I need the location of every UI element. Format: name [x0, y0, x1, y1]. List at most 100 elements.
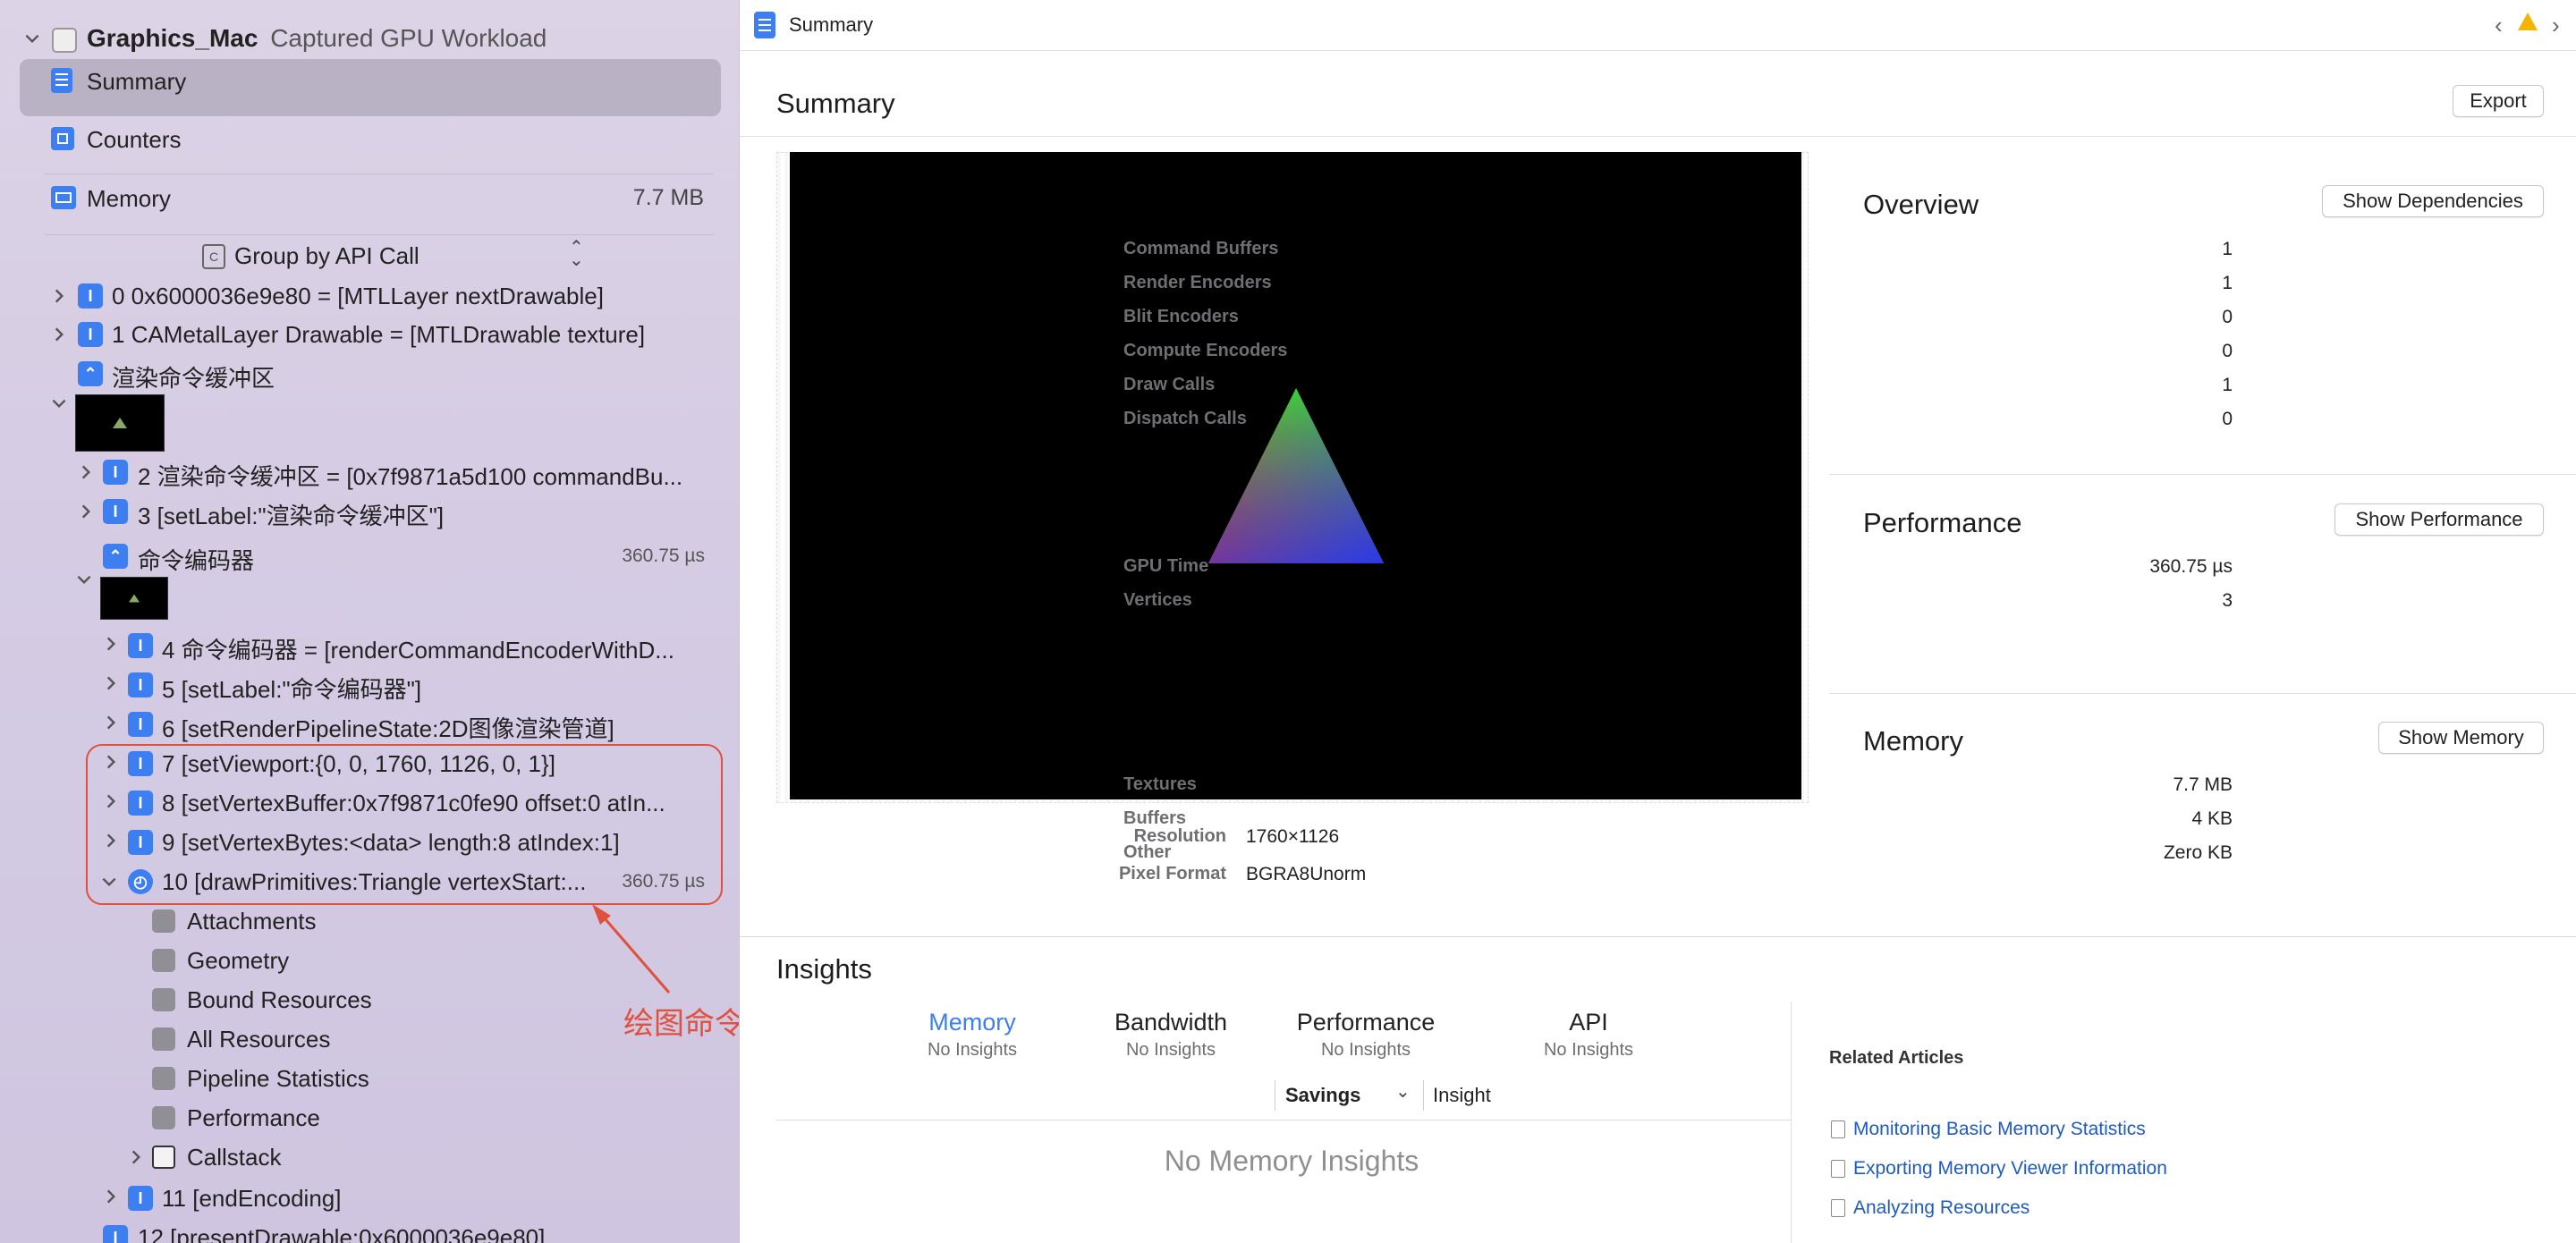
call-row-8[interactable]: 8 [setVertexBuffer:0x7f9871c0fe90 offset… [162, 790, 665, 817]
stat-label: GPU Time [1123, 556, 1209, 576]
call-row-11[interactable]: 11 [endEncoding] [162, 1185, 341, 1213]
chevron-down-icon[interactable] [20, 26, 45, 51]
chevron-right-icon[interactable] [98, 828, 123, 853]
chevron-right-icon[interactable] [73, 499, 98, 524]
article-icon [1831, 1120, 1845, 1138]
call-row-10[interactable]: 10 [drawPrimitives:Triangle vertexStart:… [162, 868, 586, 896]
render-command-buffer[interactable]: 渲染命令缓冲区 [112, 360, 275, 393]
article-link[interactable]: Analyzing Resources [1853, 1197, 2029, 1219]
api-call-icon: I [103, 460, 128, 485]
insights-title: Insights [776, 953, 872, 985]
show-memory-button[interactable]: Show Memory [2378, 722, 2544, 754]
main-content: Summary ‹ › Summary Export Resolution 17… [740, 0, 2576, 1243]
show-dependencies-button[interactable]: Show Dependencies [2322, 185, 2544, 217]
api-call-icon: I [78, 322, 103, 347]
all-resources-icon [152, 1027, 175, 1051]
insight-column-header[interactable]: Insight [1433, 1084, 1491, 1107]
document-icon [52, 28, 77, 53]
draw-duration: 360.75 µs [622, 871, 705, 892]
chevron-right-icon[interactable] [98, 749, 123, 774]
stat-label: Render Encoders [1123, 273, 1272, 292]
chevron-right-icon[interactable] [123, 1145, 148, 1170]
memory-title: Memory [1863, 725, 1963, 757]
call-row-5[interactable]: 5 [setLabel:"命令编码器"] [162, 672, 421, 705]
savings-column-header[interactable]: Savings [1285, 1084, 1360, 1107]
tab-label: Performance [1296, 1009, 1436, 1036]
sidebar-item-label: Summary [87, 68, 187, 95]
call-row-7[interactable]: 7 [setViewport:{0, 0, 1760, 1126, 0, 1}] [162, 750, 555, 778]
chevron-right-icon[interactable] [73, 460, 98, 485]
tab-bandwidth[interactable]: Bandwidth No Insights [1081, 1009, 1260, 1061]
chevron-right-icon[interactable] [98, 1184, 123, 1209]
sidebar-item-counters[interactable]: Counters [87, 126, 182, 154]
tab-sublabel: No Insights [1543, 1040, 1634, 1060]
warning-icon[interactable] [2518, 13, 2538, 30]
stat-value: 0 [2222, 341, 2233, 361]
overview-title: Overview [1863, 189, 1979, 220]
pixel-format-label: Pixel Format [1118, 864, 1226, 884]
tab-memory[interactable]: Memory No Insights [883, 1009, 1062, 1061]
chevron-right-icon[interactable] [98, 710, 123, 735]
call-row-12[interactable]: 12 [presentDrawable:0x6000036e9e80] [138, 1224, 545, 1243]
call-row-9[interactable]: 9 [setVertexBytes:<data> length:8 atInde… [162, 829, 620, 857]
chevron-down-icon[interactable] [47, 391, 72, 416]
project-header: Graphics_Mac Captured GPU Workload [87, 24, 547, 53]
geometry-icon [152, 949, 175, 972]
export-button[interactable]: Export [2453, 85, 2544, 117]
api-call-icon: I [128, 1186, 153, 1211]
project-subtitle: Captured GPU Workload [270, 24, 547, 52]
api-call-icon: I [103, 499, 128, 524]
chevron-down-icon[interactable]: ⌄ [1395, 1080, 1411, 1103]
stat-label: Dispatch Calls [1123, 409, 1247, 428]
stat-value: 4 KB [2191, 808, 2233, 829]
call-row-1[interactable]: 1 CAMetalLayer Drawable = [MTLDrawable t… [112, 321, 645, 349]
api-call-icon: I [128, 712, 153, 737]
divider [740, 50, 2576, 51]
call-row-2[interactable]: 2 渲染命令缓冲区 = [0x7f9871a5d100 commandBu... [138, 459, 682, 492]
triangle-thumbnail-icon [129, 594, 140, 603]
memory-chip-icon [51, 186, 76, 209]
show-performance-button[interactable]: Show Performance [2334, 503, 2544, 536]
updown-chevron-icon[interactable]: ⌃ ⌄ [569, 239, 584, 269]
call-row-6[interactable]: 6 [setRenderPipelineState:2D图像渲染管道] [162, 711, 614, 744]
call-row-4[interactable]: 4 命令编码器 = [renderCommandEncoderWithD... [162, 632, 674, 665]
call-row-3[interactable]: 3 [setLabel:"渲染命令缓冲区"] [138, 498, 444, 531]
tab-summary[interactable]: Summary [789, 13, 873, 37]
subitem-performance[interactable]: Performance [187, 1104, 320, 1132]
chevron-right-icon[interactable] [98, 671, 123, 696]
attachment-preview[interactable] [790, 152, 1801, 799]
group-by-select[interactable]: Group by API Call [234, 242, 419, 270]
chevron-right-icon[interactable] [98, 789, 123, 814]
divider [1829, 693, 2576, 694]
memory-value: 7.7 MB [632, 185, 704, 210]
chevron-right-icon[interactable] [98, 631, 123, 656]
stat-label: Textures [1123, 774, 1197, 794]
chevron-right-icon[interactable] [47, 283, 72, 309]
article-link[interactable]: Exporting Memory Viewer Information [1853, 1158, 2167, 1180]
tab-performance[interactable]: Performance No Insights [1267, 1009, 1464, 1061]
project-name: Graphics_Mac [87, 24, 258, 52]
chevron-down-icon[interactable] [97, 869, 122, 894]
encoder-thumbnail[interactable] [100, 577, 168, 620]
chevron-right-icon[interactable] [47, 322, 72, 347]
subitem-pipeline-statistics[interactable]: Pipeline Statistics [187, 1065, 369, 1093]
call-row-0[interactable]: 0 0x6000036e9e80 = [MTLLayer nextDrawabl… [112, 283, 604, 310]
subitem-all-resources[interactable]: All Resources [187, 1026, 330, 1053]
chevron-down-icon[interactable] [72, 567, 97, 592]
api-call-icon: I [78, 283, 103, 309]
buffer-thumbnail[interactable] [75, 394, 165, 452]
forward-chevron-icon[interactable]: › [2552, 12, 2560, 39]
api-call-icon: I [128, 791, 153, 816]
subitem-callstack[interactable]: Callstack [187, 1144, 281, 1171]
stat-label: Vertices [1123, 590, 1192, 610]
subitem-geometry[interactable]: Geometry [187, 947, 289, 975]
article-link[interactable]: Monitoring Basic Memory Statistics [1853, 1119, 2146, 1140]
subitem-bound-resources[interactable]: Bound Resources [187, 986, 372, 1014]
sidebar-item-memory[interactable]: Memory [87, 185, 171, 213]
tab-sublabel: No Insights [1125, 1040, 1216, 1060]
tab-api[interactable]: API No Insights [1499, 1009, 1678, 1061]
subitem-attachments[interactable]: Attachments [187, 908, 317, 935]
command-encoder[interactable]: 命令编码器 [138, 543, 254, 576]
back-chevron-icon[interactable]: ‹ [2495, 12, 2503, 39]
stat-value: 1 [2222, 375, 2233, 395]
